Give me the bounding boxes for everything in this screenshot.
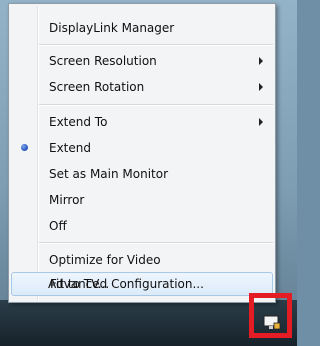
menu-item-label: Set as Main Monitor: [49, 167, 169, 181]
menu-item-label: Extend To: [49, 115, 108, 129]
menu-item-label: Extend: [49, 141, 91, 155]
menu-separator: [39, 44, 273, 46]
menu-separator: [39, 104, 273, 106]
menu-item-set-as-main-monitor[interactable]: Set as Main Monitor: [11, 162, 273, 186]
menu-item-label: Mirror: [49, 193, 85, 207]
submenu-arrow-icon: [259, 83, 263, 91]
menu-item-label: Advanced Configuration...: [48, 277, 204, 291]
menu-item-label: Optimize for Video: [49, 253, 161, 267]
menu-item-screen-resolution[interactable]: Screen Resolution: [11, 49, 273, 73]
highlight-annotation-box: [249, 293, 292, 338]
menu-item-mirror[interactable]: Mirror: [11, 188, 273, 212]
menu-item-advanced-configuration[interactable]: Advanced Configuration...: [10, 272, 272, 296]
context-menu: DisplayLink Manager Screen Resolution Sc…: [8, 3, 276, 303]
menu-separator: [39, 242, 273, 244]
menu-item-displaylink-manager[interactable]: DisplayLink Manager: [11, 16, 273, 40]
menu-item-off[interactable]: Off: [11, 214, 273, 238]
menu-item-label: Screen Rotation: [49, 80, 145, 94]
menu-item-label: Off: [49, 219, 67, 233]
submenu-arrow-icon: [259, 57, 263, 65]
menu-item-optimize-for-video[interactable]: Optimize for Video: [11, 248, 273, 272]
menu-item-screen-rotation[interactable]: Screen Rotation: [11, 75, 273, 99]
menu-item-extend[interactable]: Extend: [11, 136, 273, 160]
radio-bullet-icon: [21, 144, 28, 151]
menu-item-extend-to[interactable]: Extend To: [11, 110, 273, 134]
menu-item-label: Screen Resolution: [49, 54, 157, 68]
submenu-arrow-icon: [259, 118, 263, 126]
menu-item-label: DisplayLink Manager: [49, 21, 175, 35]
